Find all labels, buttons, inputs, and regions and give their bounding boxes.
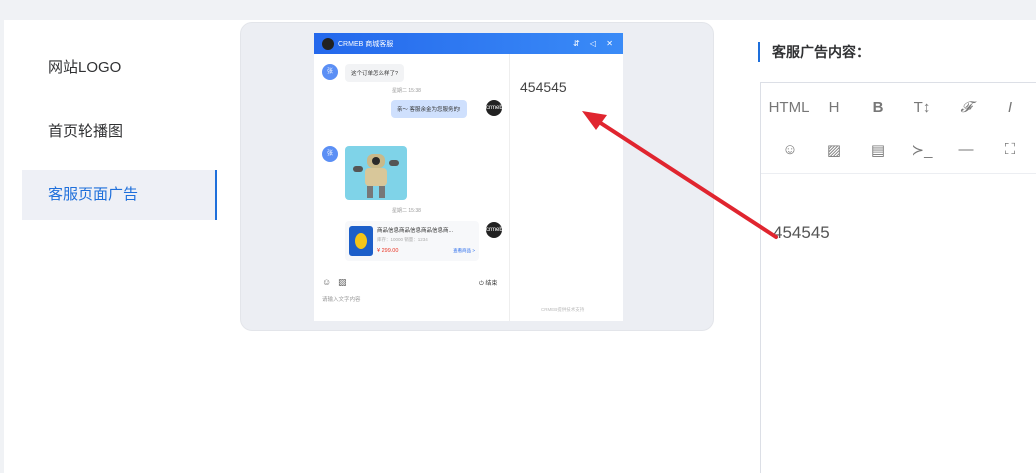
- message-time: 星期二 15:38: [392, 208, 421, 214]
- image-icon[interactable]: ▨: [338, 277, 347, 288]
- menu-item-carousel[interactable]: 首页轮播图: [22, 107, 217, 157]
- emoji-icon[interactable]: ☺: [775, 141, 805, 158]
- heading-icon[interactable]: H: [819, 99, 849, 116]
- code-icon[interactable]: ≻_: [907, 141, 937, 159]
- brand-logo-icon: [322, 37, 334, 50]
- message-time: 星期二 15:38: [392, 88, 421, 94]
- chat-preview: CRMEB 商城客服 ⇵ ◁ ✕ 张 这个订单怎么样了? 星期二 15:38 c…: [314, 33, 623, 321]
- brand-avatar: crmeb: [486, 100, 503, 116]
- product-image: [349, 226, 373, 256]
- product-title: 商品信息商品信息商品信息商...: [377, 228, 454, 234]
- menu-item-logo[interactable]: 网站LOGO: [22, 43, 217, 93]
- editor-content[interactable]: 454545: [773, 223, 830, 243]
- product-card: 商品信息商品信息商品信息商... 库存：10000 销量：1234 ¥ 299.…: [345, 221, 479, 261]
- editor-toolbar: HTML H B T↕ 𝓕 I ☺ ▨ ▤ ≻_ — ⛶: [761, 83, 1036, 174]
- ad-text: 454545: [520, 79, 567, 95]
- chat-title: CRMEB 商城客服: [338, 40, 394, 48]
- font-size-icon[interactable]: T↕: [907, 99, 937, 116]
- message-bubble: 这个订单怎么样了?: [345, 64, 405, 82]
- bold-icon[interactable]: B: [863, 99, 893, 116]
- video-icon[interactable]: ▤: [863, 141, 893, 159]
- font-family-icon[interactable]: 𝓕: [951, 99, 981, 116]
- fullscreen-icon[interactable]: ⛶: [995, 141, 1025, 158]
- html-button[interactable]: HTML: [766, 99, 812, 116]
- user-avatar: 张: [322, 64, 338, 80]
- product-link[interactable]: 查看商品 >: [453, 248, 475, 254]
- power-icon: ⏻: [479, 281, 484, 287]
- image-icon[interactable]: ▨: [819, 141, 849, 159]
- divider-icon[interactable]: —: [951, 141, 981, 158]
- robot-image: [345, 146, 407, 200]
- rich-text-editor[interactable]: HTML H B T↕ 𝓕 I ☺ ▨ ▤ ≻_ — ⛶ 454545: [760, 82, 1036, 473]
- emoji-icon[interactable]: ☺: [322, 277, 331, 287]
- user-avatar: 张: [322, 146, 338, 162]
- brand-avatar: crmeb: [486, 222, 503, 238]
- message-bubble: 亲～ 客服余金为您服务的!: [391, 100, 467, 118]
- chat-area: 张 这个订单怎么样了? 星期二 15:38 crmeb 亲～ 客服余金为您服务的…: [314, 54, 510, 321]
- menu-item-service-ad[interactable]: 客服页面广告: [22, 170, 217, 220]
- header-icons: ⇵ ◁ ✕: [572, 39, 617, 48]
- product-meta: 库存：10000 销量：1234: [377, 237, 428, 242]
- editor-title: 客服广告内容：: [758, 42, 870, 62]
- end-chat-label: 结束: [485, 281, 498, 287]
- chat-input[interactable]: 请输入文字内容: [322, 295, 361, 303]
- end-chat-button[interactable]: ⏻ 结束: [479, 278, 497, 288]
- support-footer: CRMEB提供技术支持: [541, 307, 585, 312]
- chat-header: CRMEB 商城客服 ⇵ ◁ ✕: [314, 33, 623, 54]
- italic-icon[interactable]: I: [995, 99, 1025, 116]
- product-price: ¥ 299.00: [377, 248, 399, 254]
- ad-sidebar: 454545 CRMEB提供技术支持: [511, 54, 623, 321]
